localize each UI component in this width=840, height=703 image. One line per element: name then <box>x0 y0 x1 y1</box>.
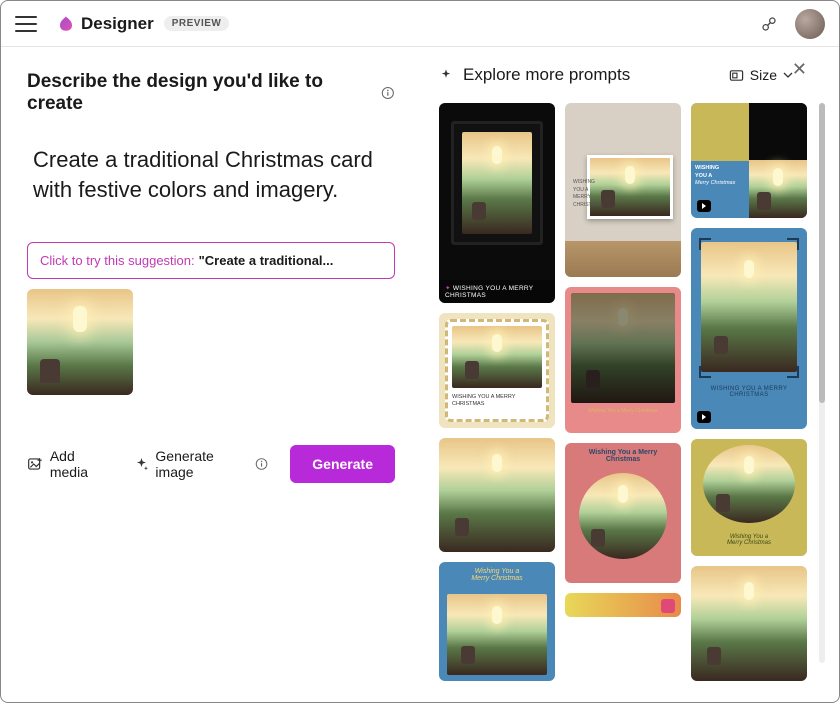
results-panel: ✕ Explore more prompts Size <box>421 47 839 702</box>
share-icon[interactable] <box>759 14 779 34</box>
app-header: Designer PREVIEW <box>1 1 839 47</box>
prompt-panel: Describe the design you'd like to create… <box>1 47 421 702</box>
prompt-thumbnail[interactable] <box>27 289 133 395</box>
designer-logo-icon <box>57 15 75 33</box>
template-card[interactable]: WISHING YOU A MERRY CHRISTMAS <box>565 103 681 277</box>
gallery-scrollbar[interactable] <box>819 103 825 663</box>
prompt-text[interactable]: Create a traditional Christmas card with… <box>33 145 389 204</box>
preview-badge: PREVIEW <box>164 16 230 31</box>
aspect-ratio-icon <box>729 68 744 83</box>
template-card[interactable] <box>691 566 807 681</box>
menu-icon[interactable] <box>15 16 37 32</box>
template-card[interactable]: WISHING YOU A MERRY CHRISTMAS <box>439 313 555 428</box>
suggestion-preview: "Create a traditional... <box>199 253 334 268</box>
image-plus-icon <box>27 455 44 473</box>
describe-title: Describe the design you'd like to create <box>27 71 375 115</box>
template-card[interactable] <box>565 593 681 617</box>
video-badge-icon <box>697 200 711 212</box>
generate-image-button[interactable]: Generate image <box>134 448 268 480</box>
app-logo[interactable]: Designer <box>57 14 154 34</box>
template-gallery: ✦ WISHING YOU A MERRY CHRISTMAS WISHING … <box>439 103 813 681</box>
template-card[interactable] <box>439 438 555 553</box>
suggestion-label: Click to try this suggestion: <box>40 253 195 268</box>
user-avatar[interactable] <box>795 9 825 39</box>
template-card[interactable]: Wishing You a Merry Christmas <box>439 562 555 681</box>
explore-title: Explore more prompts <box>463 65 630 85</box>
info-icon[interactable] <box>255 457 268 471</box>
size-selector[interactable]: Size <box>729 67 793 83</box>
video-badge-icon <box>697 411 711 423</box>
suggestion-button[interactable]: Click to try this suggestion: "Create a … <box>27 242 395 279</box>
add-media-button[interactable]: Add media <box>27 448 112 480</box>
template-card[interactable]: Wishing You a Merry Christmas <box>691 439 807 556</box>
app-name: Designer <box>81 14 154 34</box>
template-card[interactable]: WISHING YOU A MERRY CHRISTMAS <box>691 228 807 429</box>
info-icon[interactable] <box>381 86 395 100</box>
sparkle-icon <box>134 456 149 472</box>
sparkle-icon <box>439 68 453 82</box>
generate-button[interactable]: Generate <box>290 445 395 483</box>
template-card[interactable]: Wishing You a Merry Christmas <box>565 443 681 583</box>
close-icon[interactable]: ✕ <box>792 59 807 80</box>
template-card[interactable]: Wishing You a Merry Christmas <box>565 287 681 433</box>
template-card[interactable]: WISHING YOU A Merry Christmas <box>691 103 807 218</box>
template-card[interactable]: ✦ WISHING YOU A MERRY CHRISTMAS <box>439 103 555 303</box>
